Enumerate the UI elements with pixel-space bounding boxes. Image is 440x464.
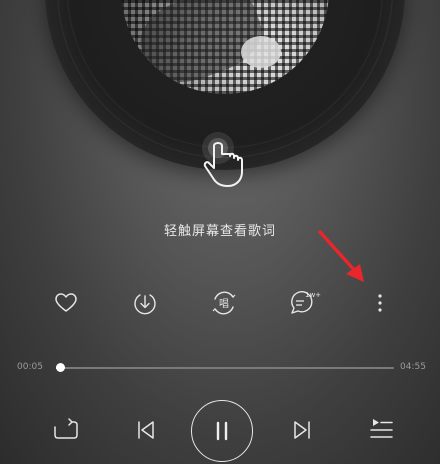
playback-controls [0, 400, 440, 464]
pause-button[interactable] [191, 400, 253, 462]
comment-count-badge: 1w+ [305, 291, 321, 299]
progress-track[interactable] [56, 367, 394, 369]
previous-icon [138, 421, 154, 439]
pause-icon [216, 421, 228, 441]
download-icon [134, 294, 156, 315]
repeat-button[interactable] [50, 414, 82, 446]
more-icon [378, 294, 382, 312]
total-time: 04:55 [400, 362, 426, 372]
playlist-button[interactable] [365, 414, 397, 446]
annotation-arrow-icon [318, 230, 364, 282]
sing-icon: 唱 [212, 291, 236, 315]
music-player-screen: 轻触屏幕查看歌词 唱 1w+ 00:05 04:55 [0, 0, 440, 464]
current-time: 00:05 [17, 362, 43, 372]
next-button[interactable] [286, 414, 318, 446]
sing-label: 唱 [219, 298, 229, 310]
action-bar: 唱 1w+ [0, 288, 440, 320]
progress-area: 00:05 04:55 [0, 358, 440, 378]
lyrics-hint-text[interactable]: 轻触屏幕查看歌词 [0, 220, 440, 239]
more-button[interactable] [365, 288, 395, 318]
comment-button[interactable]: 1w+ [288, 288, 328, 318]
comment-icon: 1w+ [291, 291, 321, 314]
playlist-icon [370, 419, 393, 438]
like-button[interactable] [51, 288, 81, 318]
album-face [241, 36, 281, 68]
previous-button[interactable] [130, 414, 162, 446]
next-icon [294, 421, 310, 439]
like-icon [55, 293, 77, 312]
sing-button[interactable]: 唱 [209, 288, 239, 318]
download-button[interactable] [130, 288, 160, 318]
tap-hand-icon [202, 132, 243, 187]
progress-knob[interactable] [55, 363, 65, 372]
repeat-icon [54, 418, 78, 439]
